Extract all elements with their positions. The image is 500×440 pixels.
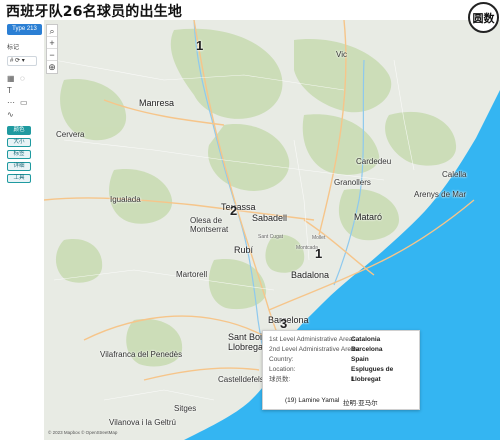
tooltip-value: 1 [351,376,355,383]
marks-sidebar: Type 213 标记 # ⟳ ▾ ▦ ◌ T ⋯ ▭ ∿ 颜色 大小 标签 详… [0,0,44,440]
marks-type-dropdown[interactable]: # ⟳ ▾ [7,56,37,66]
color-icon[interactable]: ▦ [7,74,17,83]
place-sabadell: Sabadell [252,213,288,223]
place-badalona: Badalona [291,270,330,280]
place-sitges: Sitges [174,404,197,413]
location-tooltip: 1st Level Administrative Areas: Cataloni… [262,330,420,410]
place-calella: Calella [442,170,467,179]
tooltip-row: Location: Esplugues de Llobregat [267,365,415,383]
place-martorell: Martorell [176,270,208,279]
detail-icon[interactable]: ⋯ [7,98,17,107]
place-vilanova: Vilanova i la Geltrú [109,418,176,427]
tooltip-icon[interactable]: ▭ [20,98,30,107]
map-zoom-controls: ⌕ + − ⊕ [46,24,58,74]
marks-chip-size[interactable]: 大小 [7,138,31,147]
tooltip-row: 2nd Level Administrative Areas: Barcelon… [267,345,415,355]
birthplace-count-1[interactable]: 1 [196,38,203,53]
tooltip-player-name-cn: 拉明·亚马尔 [343,400,378,407]
tooltip-key: Location: [269,366,296,373]
marks-chip-color[interactable]: 颜色 [7,126,31,135]
place-cardedeu: Cardedeu [356,157,392,166]
tooltip-key: 2nd Level Administrative Areas: [269,346,360,353]
tooltip-key: 1st Level Administrative Areas: [269,336,358,343]
marks-chip-tooltip[interactable]: 工具 [7,174,31,183]
tooltip-value: Catalonia [351,336,381,343]
tooltip-row: Country: Spain [267,355,415,365]
place-castelldefels: Castelldefels [218,375,264,384]
size-icon[interactable]: ◌ [20,74,30,83]
brand-logo: 圆数 [468,2,499,33]
place-vic: Vic [336,50,347,59]
sheet-type-tag[interactable]: Type 213 [7,24,42,35]
birthplace-count-4[interactable]: 3 [280,316,287,331]
zoom-in-button[interactable]: + [47,37,57,49]
place-manresa: Manresa [139,98,175,108]
marks-chip-detail[interactable]: 详细 [7,162,31,171]
marks-label: 标记 [7,45,20,51]
place-barcelona: Barcelona [268,315,309,325]
tooltip-row: 1st Level Administrative Areas: Cataloni… [267,335,415,345]
map-pan-icon[interactable]: ⊕ [47,61,57,73]
marks-chip-label[interactable]: 标签 [7,150,31,159]
place-rubi: Rubí [234,245,254,255]
tooltip-key: Country: [269,356,294,363]
place-olesa: Olesa de Montserrat [190,216,229,234]
place-cervera: Cervera [56,130,85,139]
place-granollers: Granollers [334,178,371,187]
place-arenys: Arenys de Mar [414,190,467,199]
page-title: 西班牙队26名球员的出生地 [6,4,183,20]
tooltip-key: 球员数: [269,376,291,383]
place-mollet: Mollet [312,235,326,241]
tooltip-player-name: (19) Lamine Yamal [285,397,340,404]
map-attribution[interactable]: © 2023 Mapbox © OpenStreetMap [48,430,117,435]
tooltip-row: 球员数: 1 [267,375,415,385]
zoom-out-button[interactable]: − [47,49,57,61]
label-icon[interactable]: T [7,86,17,95]
place-igualada: Igualada [110,195,141,204]
birthplace-count-3[interactable]: 1 [315,246,322,261]
place-mataro: Mataró [354,212,383,222]
tooltip-value: Barcelona [351,346,383,353]
path-icon[interactable]: ∿ [7,110,17,119]
map-search-icon[interactable]: ⌕ [47,25,57,37]
place-sant-cugat: Sant Cugat [258,234,284,240]
birthplace-count-2[interactable]: 2 [230,203,237,218]
place-terrassa: Terrassa [221,202,256,212]
place-vilafranca: Vilafranca del Penedès [100,350,183,359]
tooltip-value: Spain [351,356,369,363]
dashboard-frame: Manresa Terrassa Sabadell Rubí Mataró Ba… [0,0,500,440]
